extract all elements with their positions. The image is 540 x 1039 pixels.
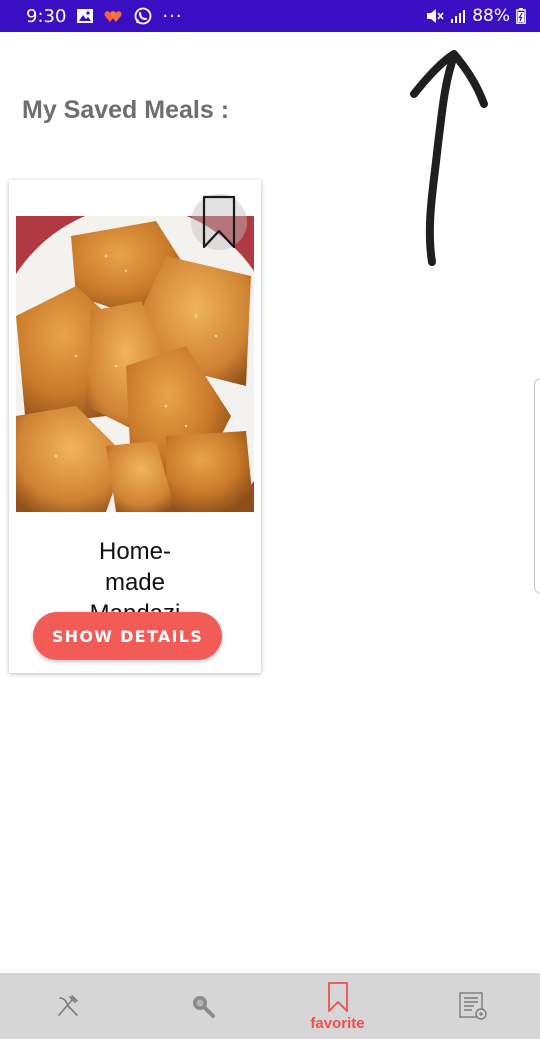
status-left: 9:30 ··· (26, 6, 426, 27)
more-icon: ··· (162, 5, 183, 27)
signal-icon (450, 9, 466, 23)
nav-item-recipes[interactable] (405, 973, 540, 1039)
status-bar: 9:30 ··· 88% (0, 0, 540, 32)
battery-icon (516, 8, 526, 24)
page-title: My Saved Meals : (22, 96, 230, 124)
search-icon (192, 996, 215, 1018)
nav-label-favorite: favorite (310, 1014, 365, 1032)
nav-item-favorite[interactable]: favorite (270, 973, 405, 1039)
gallery-icon (76, 8, 94, 24)
annotation-arrow-icon (410, 50, 488, 266)
cutlery-icon (57, 995, 78, 1016)
status-time: 9:30 (26, 5, 67, 27)
hearts-icon (104, 8, 124, 24)
recipe-list-icon (458, 992, 487, 1020)
meal-image (16, 216, 254, 512)
mute-icon (426, 8, 444, 24)
bookmark-icon (327, 981, 348, 1012)
whatsapp-icon (134, 7, 152, 25)
meal-card: Home-made Mandazi SHOW DETAILS (9, 180, 261, 673)
show-details-button[interactable]: SHOW DETAILS (33, 612, 222, 660)
bookmark-icon (202, 195, 236, 249)
bottom-nav: favorite (0, 973, 540, 1039)
bookmark-toggle-button[interactable] (191, 194, 247, 250)
status-right: 88% (426, 6, 526, 26)
mandazi-photo (16, 216, 254, 512)
edge-panel-handle[interactable] (534, 378, 540, 594)
nav-item-meals[interactable] (0, 973, 135, 1039)
battery-percent: 88% (472, 6, 510, 26)
nav-item-search[interactable] (135, 973, 270, 1039)
